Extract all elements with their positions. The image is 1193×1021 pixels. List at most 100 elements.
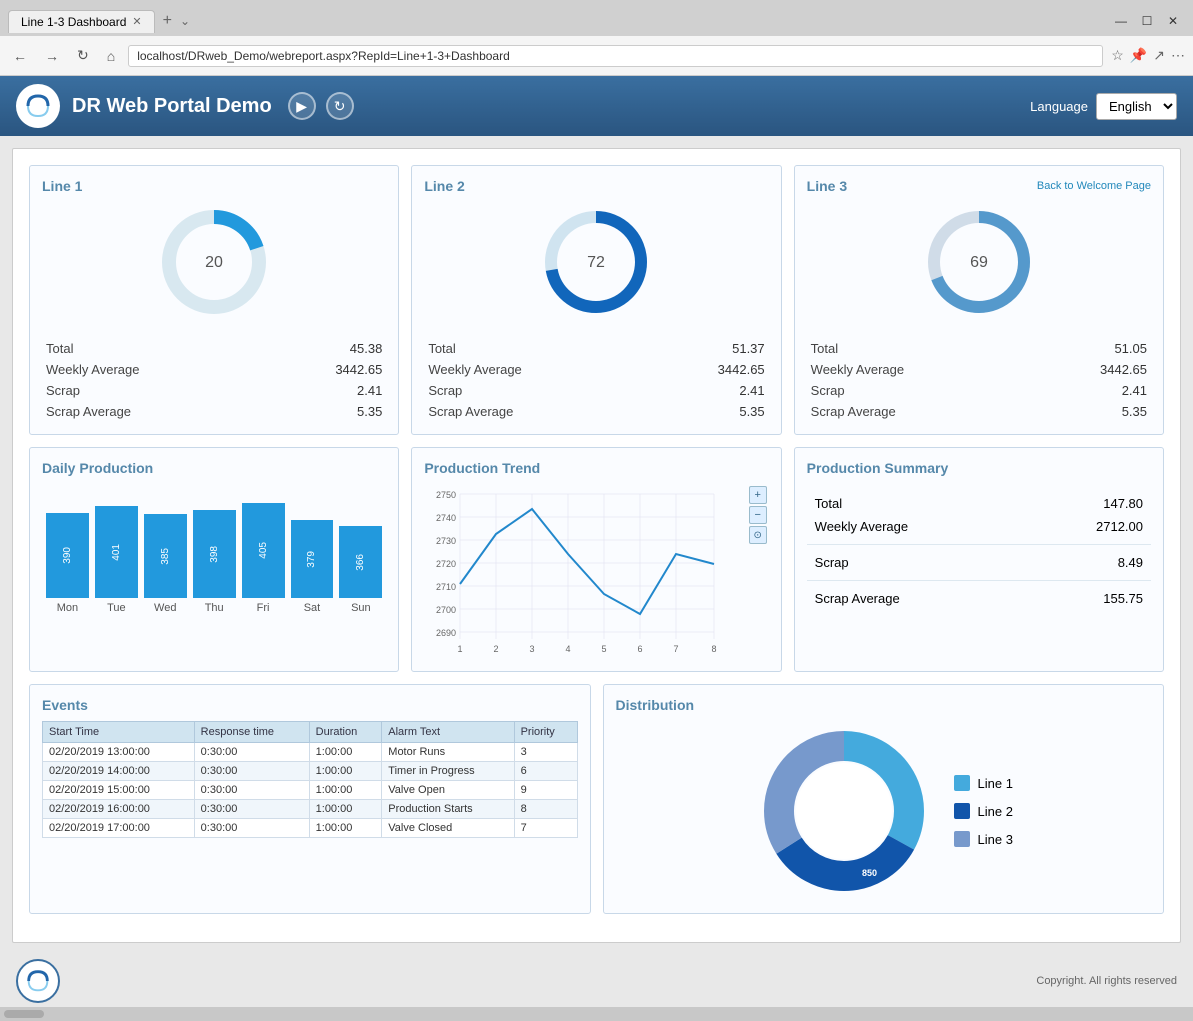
line3-scrap-row: Scrap 2.41 [807,380,1151,401]
line3-weekly-label: Weekly Average [811,362,904,377]
table-row: 02/20/2019 17:00:00 0:30:00 1:00:00 Valv… [43,819,578,838]
line1-title: Line 1 [42,178,386,194]
table-row: 02/20/2019 16:00:00 0:30:00 1:00:00 Prod… [43,800,578,819]
cell-priority: 3 [514,743,577,762]
line2-scrapavg-row: Scrap Average 5.35 [424,401,768,422]
cell-alarm-text: Timer in Progress [382,762,514,781]
maximize-button[interactable]: ☐ [1135,12,1159,30]
svg-text:2690: 2690 [436,628,456,638]
bar-sat: 379 [291,520,334,598]
cell-duration: 1:00:00 [309,781,382,800]
language-select[interactable]: English [1096,93,1177,120]
line1-scrap-label: Scrap [46,383,80,398]
tab-scroll-arrows[interactable]: ⌄ [180,14,190,28]
table-row: 02/20/2019 15:00:00 0:30:00 1:00:00 Valv… [43,781,578,800]
svg-text:850: 850 [862,868,877,878]
events-header-row: Start Time Response time Duration Alarm … [43,722,578,743]
summary-weekly-row: Weekly Average 2712.00 [807,515,1151,538]
line3-scrapavg-label: Scrap Average [811,404,896,419]
active-tab[interactable]: Line 1-3 Dashboard ✕ [8,10,155,33]
tab-close-button[interactable]: ✕ [132,15,141,28]
play-button[interactable]: ▶ [288,92,316,120]
cell-alarm-text: Valve Open [382,781,514,800]
line2-total-value: 51.37 [732,341,765,356]
daily-production-title: Daily Production [42,460,386,476]
scrollbar-thumb[interactable] [4,1010,44,1018]
line2-donut: 72 [424,202,768,322]
events-tbody: 02/20/2019 13:00:00 0:30:00 1:00:00 Moto… [43,743,578,838]
back-button[interactable]: ← [8,46,32,66]
line2-scrap-label: Scrap [428,383,462,398]
cell-priority: 8 [514,800,577,819]
line3-scrap-value: 2.41 [1122,383,1147,398]
cell-start-time: 02/20/2019 16:00:00 [43,800,195,819]
language-label: Language [1030,99,1088,114]
bar-sat-day: Sat [304,602,321,614]
bar-tue: 401 [95,506,138,598]
back-to-welcome-link[interactable]: Back to Welcome Page [1037,180,1151,192]
minimize-button[interactable]: — [1109,12,1133,30]
cell-priority: 6 [514,762,577,781]
trend-chart-container: + − ⊙ 2750 2740 2730 2720 2710 2700 2690 [424,484,768,659]
summary-scrap-value: 8.49 [1118,555,1143,570]
bar-fri-day: Fri [257,602,270,614]
col-duration: Duration [309,722,382,743]
close-button[interactable]: ✕ [1161,12,1185,30]
summary-scrapavg-label: Scrap Average [815,591,900,606]
cell-priority: 7 [514,819,577,838]
line1-weekly-row: Weekly Average 3442.65 [42,359,386,380]
home-button[interactable]: ⌂ [102,46,120,66]
legend-line1-label: Line 1 [978,776,1013,791]
line1-weekly-label: Weekly Average [46,362,139,377]
window-controls: — ☐ ✕ [1109,12,1185,30]
line1-card: Line 1 20 Total 45.38 Weekly Average 344… [29,165,399,435]
bookmark-icon[interactable]: ☆ [1111,47,1124,64]
reload-button[interactable]: ↻ [72,45,94,66]
line2-total-row: Total 51.37 [424,338,768,359]
zoom-in-button[interactable]: + [749,486,767,504]
new-tab-button[interactable]: + [155,10,180,32]
language-section: Language English [1030,93,1177,120]
bar-mon-day: Mon [57,602,78,614]
url-input[interactable] [128,45,1103,67]
summary-total-row: Total 147.80 [807,492,1151,515]
zoom-out-button[interactable]: − [749,506,767,524]
share-icon[interactable]: ↗ [1153,47,1165,64]
mid-row: Daily Production 390 Mon 401 Tue [29,447,1164,672]
pin-icon[interactable]: 📌 [1130,47,1147,64]
summary-stats: Total 147.80 Weekly Average 2712.00 Scra… [807,484,1151,618]
production-summary-title: Production Summary [807,460,1151,476]
summary-total-label: Total [815,496,842,511]
cell-response-time: 0:30:00 [194,762,309,781]
distribution-title: Distribution [616,697,1152,713]
footer-logo [16,959,60,1003]
svg-text:2700: 2700 [436,605,456,615]
zoom-reset-button[interactable]: ⊙ [749,526,767,544]
bar-tue-value: 401 [111,544,122,561]
line1-total-value: 45.38 [350,341,383,356]
svg-text:8: 8 [712,644,717,654]
tab-title: Line 1-3 Dashboard [21,15,126,29]
svg-text:5: 5 [602,644,607,654]
menu-icon[interactable]: ⋯ [1171,47,1185,64]
app-title: DR Web Portal Demo [72,95,272,118]
line3-weekly-row: Weekly Average 3442.65 [807,359,1151,380]
cell-duration: 1:00:00 [309,743,382,762]
line2-title: Line 2 [424,178,768,194]
line1-scrapavg-label: Scrap Average [46,404,131,419]
col-response-time: Response time [194,722,309,743]
forward-button[interactable]: → [40,46,64,66]
col-start-time: Start Time [43,722,195,743]
refresh-button[interactable]: ↻ [326,92,354,120]
summary-divider1 [807,544,1151,545]
line3-card: Line 3 Back to Welcome Page 69 Total 51.… [794,165,1164,435]
cell-start-time: 02/20/2019 14:00:00 [43,762,195,781]
line3-total-value: 51.05 [1114,341,1147,356]
app-logo [16,84,60,128]
svg-text:2740: 2740 [436,513,456,523]
horizontal-scrollbar[interactable] [0,1007,1193,1021]
bar-wed-day: Wed [154,602,176,614]
line3-scrapavg-row: Scrap Average 5.35 [807,401,1151,422]
distribution-card: Distribution 900 850 [603,684,1165,914]
cell-response-time: 0:30:00 [194,819,309,838]
